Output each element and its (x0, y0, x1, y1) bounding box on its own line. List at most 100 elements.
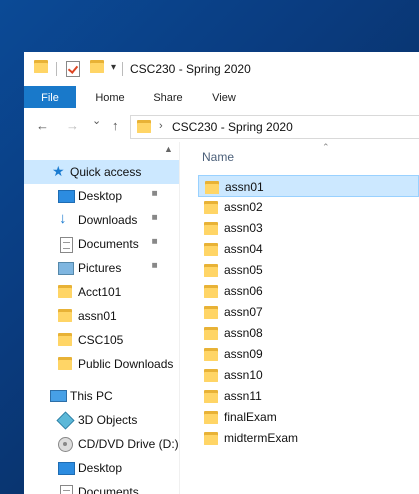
sidebar-item-assn01[interactable]: assn01 (24, 304, 179, 328)
list-item[interactable]: assn03 (198, 217, 419, 239)
list-item[interactable]: midtermExam (198, 427, 419, 449)
star-icon: ★ (52, 163, 65, 179)
sidebar-item-cd-drive[interactable]: CD/DVD Drive (D:) (24, 432, 179, 456)
sidebar-item-acct101[interactable]: Acct101 (24, 280, 179, 304)
navigation-bar: ← → ⌄ ↑ › CSC230 - Spring 2020 (24, 110, 419, 142)
folder-icon (204, 306, 218, 319)
sidebar-item-desktop-pc[interactable]: Desktop (24, 456, 179, 480)
tab-view[interactable]: View (200, 86, 248, 110)
address-bar[interactable]: › CSC230 - Spring 2020 (130, 115, 419, 139)
list-item[interactable]: assn05 (198, 259, 419, 281)
sidebar-item-this-pc[interactable]: This PC (24, 384, 179, 408)
file-name: assn06 (224, 284, 263, 298)
sidebar-item-downloads[interactable]: ↓ Downloads ⬥ (24, 208, 179, 232)
new-folder-icon[interactable] (90, 60, 104, 73)
folder-icon (204, 411, 218, 424)
folder-icon (34, 60, 48, 73)
file-name: assn11 (224, 389, 262, 403)
sidebar-item-label: 3D Objects (78, 413, 138, 427)
file-name: finalExam (224, 410, 277, 424)
recent-locations-icon[interactable]: ⌄ (92, 114, 101, 127)
download-icon: ↓ (59, 210, 67, 227)
folder-icon (204, 432, 218, 445)
file-name: assn02 (224, 200, 263, 214)
sidebar-item-label: Downloads (78, 213, 138, 227)
pictures-icon (58, 262, 74, 275)
sidebar-item-label: Quick access (70, 165, 142, 179)
sidebar-item-label: Acct101 (78, 285, 122, 299)
sidebar-item-quick-access[interactable]: ★ Quick access (24, 160, 179, 184)
pin-icon: ⬥ (148, 187, 161, 200)
navigation-pane-scrollbar[interactable] (179, 142, 180, 494)
folder-icon (205, 181, 219, 194)
folder-icon (58, 357, 72, 370)
sidebar-item-label: This PC (70, 389, 113, 403)
file-explorer-window: ▾ CSC230 - Spring 2020 File Home Share V… (24, 52, 419, 494)
list-item[interactable]: assn09 (198, 343, 419, 365)
sidebar-item-label: CSC105 (78, 333, 124, 347)
folder-icon (204, 222, 218, 235)
folder-icon (204, 201, 218, 214)
sidebar-item-pictures[interactable]: Pictures ⬥ (24, 256, 179, 280)
file-list: ⌃ Name assn01 assn02 assn03 assn04 assn0… (184, 142, 419, 494)
file-name: assn08 (224, 326, 263, 340)
pin-icon: ⬥ (148, 235, 161, 248)
sort-ascending-icon: ⌃ (322, 142, 330, 152)
customize-toolbar-icon[interactable]: ▾ (111, 62, 116, 73)
column-header-name[interactable]: Name (202, 150, 234, 164)
documents-icon (60, 485, 73, 494)
sidebar-item-label: Desktop (78, 189, 123, 203)
file-name: assn03 (224, 221, 263, 235)
file-name: assn05 (224, 263, 263, 277)
tab-home[interactable]: Home (86, 86, 134, 110)
sidebar-item-desktop[interactable]: Desktop ⬥ (24, 184, 179, 208)
sidebar-item-3d-objects[interactable]: 3D Objects (24, 408, 179, 432)
list-item[interactable]: assn04 (198, 238, 419, 260)
folder-icon (204, 264, 218, 277)
forward-icon[interactable]: → (66, 118, 79, 133)
folder-icon (137, 120, 151, 133)
navigation-pane: ★ Quick access Desktop ⬥ ↓ Downloads ⬥ D… (24, 142, 179, 494)
back-icon[interactable]: ← (36, 118, 49, 133)
sidebar-item-csc105[interactable]: CSC105 (24, 328, 179, 352)
list-item[interactable]: assn07 (198, 301, 419, 323)
list-item[interactable]: assn11 (198, 385, 419, 407)
sidebar-item-label: assn01 (78, 309, 117, 323)
sidebar-item-documents[interactable]: Documents ⬥ (24, 232, 179, 256)
list-item[interactable]: assn10 (198, 364, 419, 386)
folder-icon (58, 309, 72, 322)
list-item[interactable]: assn01 (198, 175, 419, 197)
tab-file[interactable]: File (24, 86, 76, 108)
folder-icon (204, 243, 218, 256)
up-icon[interactable]: ↑ (112, 118, 119, 133)
properties-icon[interactable] (66, 61, 80, 77)
file-name: assn09 (224, 347, 263, 361)
scroll-up-icon[interactable]: ▲ (164, 144, 173, 154)
divider (122, 62, 123, 76)
file-name: midtermExam (224, 431, 299, 445)
desktop-icon (58, 190, 75, 203)
sidebar-item-public-downloads[interactable]: Public Downloads (24, 352, 179, 376)
list-item[interactable]: assn06 (198, 280, 419, 302)
cd-drive-icon (58, 437, 73, 452)
sidebar-item-label: Pictures (78, 261, 122, 275)
file-name: assn04 (224, 242, 263, 256)
breadcrumb[interactable]: CSC230 - Spring 2020 (172, 120, 293, 134)
folder-icon (204, 390, 218, 403)
list-item[interactable]: finalExam (198, 406, 419, 428)
folder-icon (204, 327, 218, 340)
title-bar: ▾ CSC230 - Spring 2020 (24, 52, 419, 86)
list-item[interactable]: assn02 (198, 196, 419, 218)
pin-icon: ⬥ (148, 259, 161, 272)
folder-icon (204, 348, 218, 361)
folder-icon (58, 333, 72, 346)
sidebar-item-label: Documents (78, 485, 139, 494)
breadcrumb-chevron-icon[interactable]: › (159, 120, 163, 132)
sidebar-item-label: CD/DVD Drive (D:) (78, 437, 179, 451)
tab-share[interactable]: Share (144, 86, 192, 110)
list-item[interactable]: assn08 (198, 322, 419, 344)
ribbon-tabs: File Home Share View (24, 86, 419, 111)
window-title: CSC230 - Spring 2020 (130, 62, 251, 76)
sidebar-item-documents-pc[interactable]: Documents (24, 480, 179, 494)
sidebar-item-label: Documents (78, 237, 139, 251)
